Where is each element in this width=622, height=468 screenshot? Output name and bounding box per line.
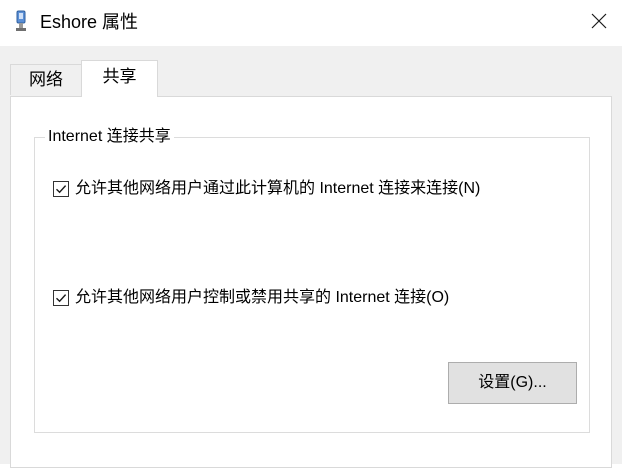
allow-control-label: 允许其他网络用户控制或禁用共享的 Internet 连接(O) [75, 289, 450, 306]
tab-network[interactable]: 网络 [10, 64, 82, 95]
close-button[interactable] [576, 0, 622, 46]
window-title: Eshore 属性 [40, 12, 139, 32]
ics-groupbox: Internet 连接共享 允许其他网络用户通过此计算机的 Internet 连… [34, 127, 590, 433]
network-adapter-icon [14, 10, 28, 34]
title-bar: Eshore 属性 [0, 0, 622, 46]
tab-sharing-label: 共享 [102, 67, 137, 86]
dialog-client-area: 网络 共享 Internet 连接共享 允许其他网络用户通过此计算机的 Inte… [0, 46, 622, 468]
close-icon [591, 13, 607, 34]
checkmark-icon [56, 294, 67, 303]
allow-connect-checkbox[interactable] [53, 181, 69, 197]
settings-button-label: 设置(G)... [478, 374, 547, 391]
allow-connect-option[interactable]: 允许其他网络用户通过此计算机的 Internet 连接来连接(N) [53, 179, 480, 199]
allow-connect-label: 允许其他网络用户通过此计算机的 Internet 连接来连接(N) [75, 180, 481, 197]
groupbox-title: Internet 连接共享 [45, 127, 174, 147]
allow-control-checkbox[interactable] [53, 290, 69, 306]
tab-network-label: 网络 [29, 70, 63, 89]
sharing-tab-panel: Internet 连接共享 允许其他网络用户通过此计算机的 Internet 连… [10, 96, 612, 468]
checkmark-icon [56, 185, 67, 194]
settings-button[interactable]: 设置(G)... [448, 362, 577, 404]
allow-control-option[interactable]: 允许其他网络用户控制或禁用共享的 Internet 连接(O) [53, 288, 449, 308]
tab-sharing[interactable]: 共享 [81, 60, 158, 97]
